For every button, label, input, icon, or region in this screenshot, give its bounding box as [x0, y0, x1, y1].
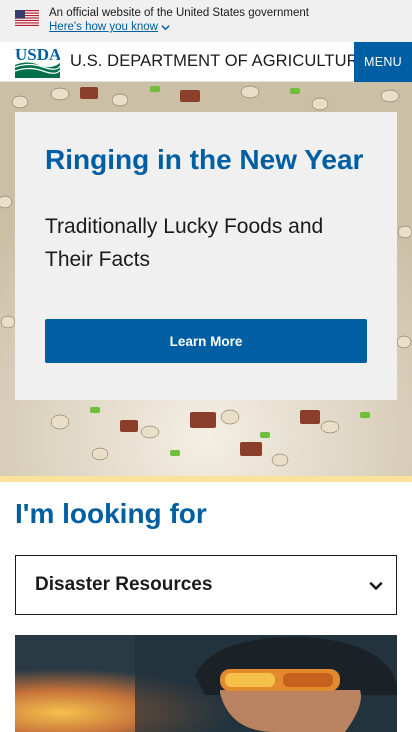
how-you-know-link[interactable]: Here's how you know — [49, 21, 171, 33]
department-name[interactable]: U.S. DEPARTMENT OF AGRICULTURE — [70, 52, 370, 71]
us-flag-icon — [15, 10, 39, 26]
site-header: USDA U.S. DEPARTMENT OF AGRICULTURE MENU — [0, 42, 412, 82]
hero-section: Ringing in the New Year Traditionally Lu… — [0, 82, 412, 476]
firefighter-photo — [15, 635, 397, 732]
usda-logo-icon[interactable]: USDA — [15, 45, 60, 78]
official-site-text: An official website of the United States… — [49, 7, 309, 19]
learn-more-button[interactable]: Learn More — [45, 319, 367, 363]
hero-card: Ringing in the New Year Traditionally Lu… — [15, 112, 397, 400]
hero-subtitle: Traditionally Lucky Foods and Their Fact… — [45, 215, 324, 271]
firefighter-feature-image[interactable] — [15, 635, 397, 732]
menu-button[interactable]: MENU — [354, 42, 412, 82]
how-you-know-label: Here's how you know — [49, 21, 158, 33]
chevron-down-icon — [369, 582, 383, 590]
gov-banner: An official website of the United States… — [0, 0, 412, 42]
selected-option: Disaster Resources — [35, 574, 213, 595]
usda-logo-text: USDA — [15, 45, 60, 64]
gold-divider — [0, 476, 412, 482]
looking-for-select[interactable]: Disaster Resources — [15, 555, 397, 615]
chevron-down-icon — [161, 24, 170, 30]
hero-title: Ringing in the New Year — [45, 144, 364, 175]
looking-for-title: I'm looking for — [15, 498, 207, 529]
